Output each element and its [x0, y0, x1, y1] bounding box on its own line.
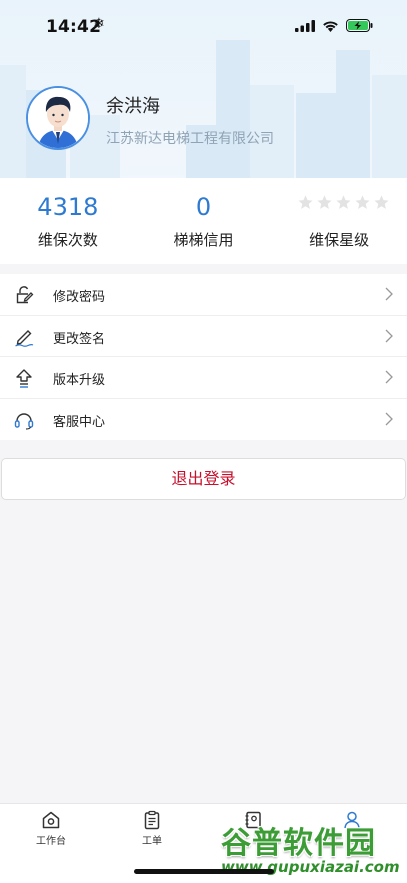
chevron-right-icon: [385, 370, 393, 384]
menu-item-change-signature[interactable]: 更改签名: [0, 316, 407, 357]
rating-label: 维保星级: [309, 231, 370, 249]
stat-rating: 维保星级: [271, 178, 407, 264]
avatar[interactable]: [26, 86, 90, 150]
menu-label: 版本升级: [53, 373, 106, 388]
tab-workbench[interactable]: 工作台: [26, 810, 76, 847]
star-icon: [355, 195, 370, 209]
pen-signature-icon: [15, 329, 34, 347]
snowflake-icon: ❄: [93, 16, 105, 32]
chevron-right-icon: [385, 329, 393, 342]
maintenance-count-value: 4318: [37, 193, 99, 221]
workbench-icon: [42, 811, 60, 829]
stats-panel: 4318 维保次数 0 梯梯信用 维保星级: [0, 178, 407, 264]
wifi-icon: [323, 20, 338, 32]
star-icon: [374, 195, 389, 209]
user-name: 余洪海: [106, 96, 160, 117]
tab-label: 工单: [142, 836, 162, 847]
star-rating: [271, 194, 407, 211]
clipboard-icon: [144, 810, 160, 830]
credit-label: 梯梯信用: [173, 231, 234, 249]
menu-label: 修改密码: [53, 290, 106, 305]
chevron-right-icon: [385, 412, 393, 425]
chevron-right-icon: [385, 287, 393, 301]
logout-button[interactable]: 退出登录: [1, 458, 406, 500]
upgrade-arrow-icon: [16, 369, 32, 388]
battery-charging-icon: [346, 19, 373, 32]
menu-item-customer-service[interactable]: 客服中心: [0, 399, 407, 441]
menu-label: 客服中心: [53, 414, 106, 430]
menu-label: 更改签名: [53, 331, 106, 347]
cellular-signal-icon: [295, 19, 315, 32]
menu-item-change-password[interactable]: 修改密码: [0, 274, 407, 316]
star-icon: [317, 195, 332, 209]
tab-label: 工作台: [36, 836, 66, 847]
menu-item-version-upgrade[interactable]: 版本升级: [0, 357, 407, 399]
company-name: 江苏新达电梯工程有限公司: [106, 131, 274, 147]
stat-credit: 0 梯梯信用: [136, 178, 272, 264]
star-icon: [298, 195, 313, 209]
lock-edit-icon: [16, 286, 34, 304]
watermark-title: 谷普软件园: [221, 826, 376, 861]
star-icon: [336, 195, 351, 209]
stat-maintenance-count: 4318 维保次数: [0, 178, 136, 264]
profile-section: 余洪海 江苏新达电梯工程有限公司: [0, 82, 407, 162]
tab-work-orders[interactable]: 工单: [127, 810, 177, 847]
credit-value: 0: [195, 193, 212, 221]
home-indicator: [134, 869, 274, 874]
settings-menu: 修改密码 更改签名 版本升级 客服中心: [0, 274, 407, 440]
status-bar: 14:42 ❄: [0, 0, 407, 50]
maintenance-count-label: 维保次数: [37, 231, 98, 249]
headset-icon: [14, 412, 34, 430]
